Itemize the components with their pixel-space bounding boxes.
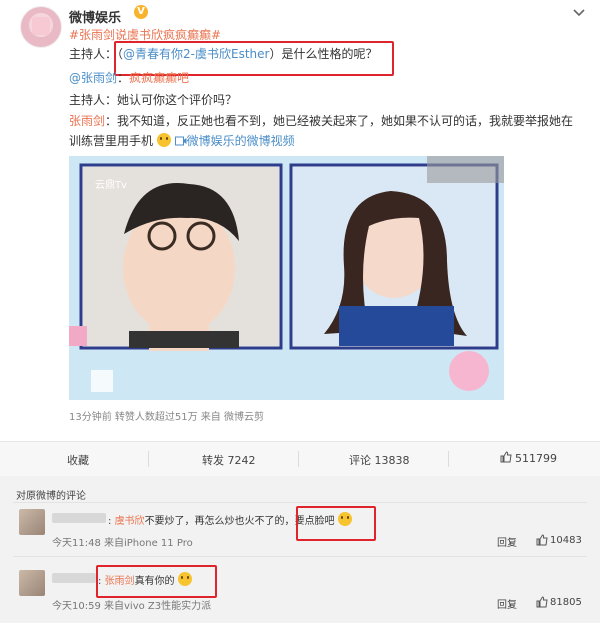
like-count[interactable]: 511799 <box>515 452 557 465</box>
speaker-label: 主持人： <box>69 47 118 61</box>
post-meta: 13分钟前 转赞人数超过51万 来自 微博云剪 <box>69 412 264 423</box>
post-card: 微博娱乐 V #张雨剑说虞书欣疯疯癫癫# 主持人：（@青春有你2-虞书欣Esth… <box>0 0 600 441</box>
highlight-box-comment <box>96 565 217 598</box>
post-line-4: 张雨剑：我不知道，反正她也看不到，她已经被关起来了，她如果不认可的话，我就要举报… <box>69 113 573 129</box>
divider <box>148 451 149 467</box>
comments-title: 对原微博的评论 <box>16 491 86 502</box>
divider <box>13 502 587 503</box>
divider <box>13 556 587 557</box>
post-text-accent: 疯疯癫癫吧 <box>129 71 190 85</box>
thumbs-up-icon[interactable] <box>536 596 548 608</box>
comment-text: 不要炒了，再怎么炒也火不了的， <box>144 516 295 527</box>
reply-button[interactable]: 回复 <box>497 534 517 549</box>
smile-emoji-icon <box>156 133 171 147</box>
post-line-2: @张雨剑：疯疯癫癫吧 <box>69 70 189 86</box>
comment-user-link[interactable]: 虞书欣 <box>115 516 145 527</box>
speaker-label: 主持人： <box>69 93 118 107</box>
video-frame-illustration <box>69 156 504 400</box>
post-text: 训练营里用手机 <box>69 134 154 148</box>
video-watermark: 云鼎Tv <box>95 180 128 191</box>
favorite-button[interactable]: 收藏 <box>67 452 89 468</box>
comment-button[interactable]: 评论 13838 <box>349 452 410 468</box>
reply-button[interactable]: 回复 <box>497 596 517 611</box>
chevron-down-icon[interactable] <box>572 6 586 20</box>
action-bar: 收藏 转发 7242 评论 13838 511799 <box>0 441 600 477</box>
post-line-5: 训练营里用手机 微博娱乐的微博视频 <box>69 133 295 149</box>
comment-time: 今天10:59 来自vivo Z3性能实力派 <box>52 601 212 612</box>
speaker-label: 张雨剑 <box>69 114 106 128</box>
repost-button[interactable]: 转发 7242 <box>202 452 256 468</box>
post-line-3: 主持人：她认可你这个评价吗？ <box>69 92 237 108</box>
comment-like-count[interactable]: 81805 <box>550 597 582 608</box>
commenter-name-blurred <box>52 513 106 523</box>
comments-section: 对原微博的评论 : 虞书欣不要炒了，再怎么炒也火不了的，要点脸吧 今天11:48… <box>0 476 600 623</box>
author-avatar[interactable] <box>20 6 62 48</box>
comment-like-count[interactable]: 10483 <box>550 535 582 546</box>
video-player[interactable]: 云鼎Tv <box>69 156 504 400</box>
divider <box>448 451 449 467</box>
divider <box>298 451 299 467</box>
thumbs-up-icon[interactable] <box>536 534 548 546</box>
video-icon <box>174 136 187 146</box>
post-text: ：我不知道，反正她也看不到，她已经被关起来了，她如果不认可的话，我就要举报她在 <box>105 114 574 128</box>
post-text: ： <box>117 71 130 85</box>
verified-badge-icon: V <box>134 5 148 19</box>
commenter-avatar[interactable] <box>19 570 45 596</box>
commenter-avatar[interactable] <box>19 509 45 535</box>
comment-time: 今天11:48 来自iPhone 11 Pro <box>52 538 193 549</box>
mention-link[interactable]: @张雨剑 <box>69 71 117 85</box>
author-name[interactable]: 微博娱乐 <box>69 7 121 26</box>
video-source-link[interactable]: 微博娱乐的微博视频 <box>187 134 295 148</box>
avatar-image <box>32 17 50 35</box>
thumbs-up-icon[interactable] <box>500 451 512 463</box>
highlight-box-comment <box>296 506 376 541</box>
commenter-name-blurred <box>52 573 96 583</box>
post-text: 她认可你这个评价吗？ <box>117 93 238 107</box>
weibo-post-screenshot: 微博娱乐 V #张雨剑说虞书欣疯疯癫癫# 主持人：（@青春有你2-虞书欣Esth… <box>0 0 600 623</box>
